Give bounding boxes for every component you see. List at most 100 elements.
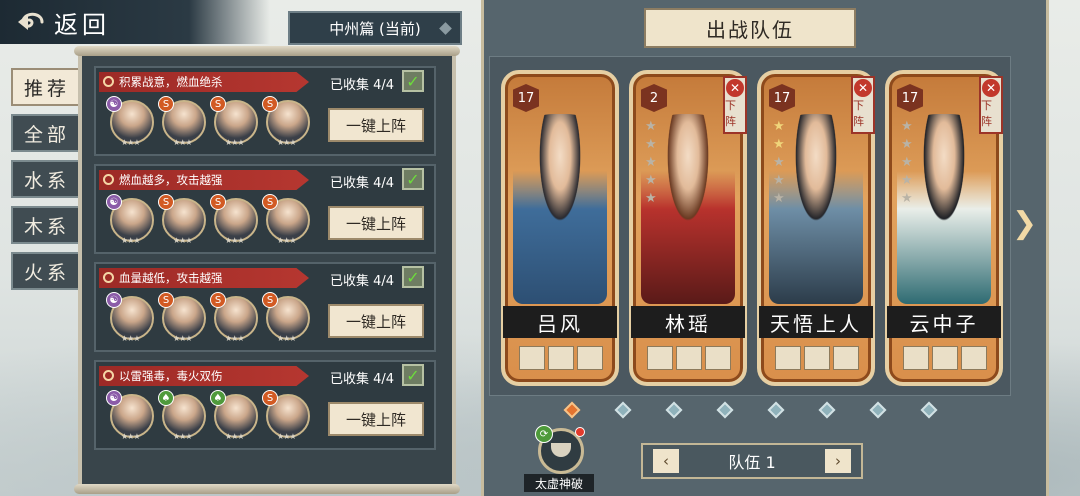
- element-icon: S: [262, 292, 278, 308]
- lineup-tag-text: 积累战意，燃血绝杀: [119, 75, 223, 89]
- hero-avatar[interactable]: ☯ ★★★: [106, 390, 154, 441]
- hero-name: 林瑶: [631, 306, 745, 338]
- hero-name: 云中子: [887, 306, 1001, 338]
- star-icon: ★: [901, 191, 913, 206]
- equipment-row: [519, 346, 603, 370]
- back-button[interactable]: 返回: [0, 0, 270, 44]
- element-icon: S: [262, 96, 278, 112]
- check-icon: ✓: [402, 266, 424, 288]
- star-icon: ★: [773, 155, 785, 170]
- deploy-all-button[interactable]: 一键上阵: [328, 206, 424, 240]
- weapon-slot[interactable]: [519, 346, 545, 370]
- element-icon: S: [262, 194, 278, 210]
- lineup-card: 燃血越多，攻击越强 已收集 4/4 ✓ 一键上阵 ☯ ★★★ S ★★★ S ★…: [94, 164, 436, 254]
- swap-icon: ⟳: [535, 425, 553, 443]
- accessory-slot[interactable]: [961, 346, 987, 370]
- star-rating: ★★★: [225, 138, 244, 147]
- hero-avatar[interactable]: ☯ ★★★: [106, 194, 154, 245]
- tab-all[interactable]: 全部: [11, 114, 83, 152]
- weapon-slot[interactable]: [647, 346, 673, 370]
- weapon-slot[interactable]: [903, 346, 929, 370]
- hero-avatar[interactable]: ☯ ★★★: [106, 292, 154, 343]
- hero-name: 吕风: [503, 306, 617, 338]
- magnifier-icon[interactable]: [103, 370, 114, 381]
- team-slot[interactable]: 17 ★ ★ ★ ★ ★ ✕ 下阵 天悟上人: [757, 70, 875, 386]
- deploy-all-button[interactable]: 一键上阵: [328, 402, 424, 436]
- star-icon: ★: [645, 173, 657, 188]
- armor-slot[interactable]: [804, 346, 830, 370]
- lineup-tag: 血量越低，攻击越强: [99, 268, 309, 288]
- weapon-slot[interactable]: [775, 346, 801, 370]
- collected-count: 已收集 4/4: [330, 176, 395, 191]
- chevron-right-icon[interactable]: ❯: [1012, 206, 1037, 246]
- level-badge: 17: [513, 84, 539, 112]
- armor-slot[interactable]: [676, 346, 702, 370]
- swirl-back-icon: [18, 12, 44, 30]
- incense-icon: [551, 443, 571, 457]
- team-slot[interactable]: 17 ★ ★ ★ ★ ★ ✕ 下阵 云中子: [885, 70, 1003, 386]
- hero-avatar[interactable]: ♠ ★★★: [210, 390, 258, 441]
- hero-avatar[interactable]: S ★★★: [158, 292, 206, 343]
- collected-count: 已收集 4/4: [330, 274, 395, 289]
- next-team-button[interactable]: ›: [825, 449, 851, 473]
- hero-avatar[interactable]: S ★★★: [262, 390, 310, 441]
- lineup-tag: 以雷强毒，毒火双伤: [99, 366, 309, 386]
- check-icon: ✓: [402, 70, 424, 92]
- magnifier-icon[interactable]: [103, 174, 114, 185]
- hero-avatar[interactable]: S ★★★: [158, 194, 206, 245]
- remove-from-team-button[interactable]: ✕ 下阵: [851, 76, 875, 134]
- star-icon: ★: [901, 137, 913, 152]
- deploy-all-button[interactable]: 一键上阵: [328, 108, 424, 142]
- hero-avatar[interactable]: S ★★★: [262, 292, 310, 343]
- skill-label: 太虚神破: [524, 474, 594, 492]
- close-icon: ✕: [854, 79, 872, 97]
- team-selector: ‹ 队伍 1 ›: [641, 443, 863, 479]
- collected-count: 已收集 4/4: [330, 372, 395, 387]
- scroll-roller-top: [74, 46, 460, 56]
- tab-wood[interactable]: 木系: [11, 206, 83, 244]
- star-rating: ★★★: [277, 236, 296, 245]
- hero-avatar[interactable]: S ★★★: [262, 194, 310, 245]
- accessory-slot[interactable]: [705, 346, 731, 370]
- star-rating: ★★★: [173, 138, 192, 147]
- team-slot[interactable]: 2 ★ ★ ★ ★ ★ ✕ 下阵 林瑶: [629, 70, 747, 386]
- star-rating: ★★★: [225, 334, 244, 343]
- remove-from-team-button[interactable]: ✕ 下阵: [723, 76, 747, 134]
- skill-button[interactable]: ⟳: [535, 425, 585, 474]
- hero-avatar[interactable]: ♠ ★★★: [158, 390, 206, 441]
- armor-slot[interactable]: [932, 346, 958, 370]
- hero-avatar[interactable]: ☯ ★★★: [106, 96, 154, 147]
- magnifier-icon[interactable]: [103, 76, 114, 87]
- hero-avatar[interactable]: S ★★★: [158, 96, 206, 147]
- hero-avatar[interactable]: S ★★★: [262, 96, 310, 147]
- hero-avatar[interactable]: S ★★★: [210, 96, 258, 147]
- accessory-slot[interactable]: [577, 346, 603, 370]
- lineup-tag: 燃血越多，攻击越强: [99, 170, 309, 190]
- chapter-selector[interactable]: 中州篇 (当前): [288, 11, 462, 45]
- star-icon: ★: [645, 119, 657, 134]
- tab-fire[interactable]: 火系: [11, 252, 83, 290]
- remove-label: 下阵: [725, 99, 736, 128]
- magnifier-icon[interactable]: [103, 272, 114, 283]
- tab-water[interactable]: 水系: [11, 160, 83, 198]
- star-rating: ★★★: [121, 138, 140, 147]
- accessory-slot[interactable]: [833, 346, 859, 370]
- remove-from-team-button[interactable]: ✕ 下阵: [979, 76, 1003, 134]
- element-icon: S: [262, 390, 278, 406]
- element-icon: ☯: [106, 194, 122, 210]
- star-rating: ★★★: [225, 236, 244, 245]
- hero-avatar[interactable]: S ★★★: [210, 292, 258, 343]
- deploy-all-button[interactable]: 一键上阵: [328, 304, 424, 338]
- notification-dot: [575, 427, 585, 437]
- equipment-row: [647, 346, 731, 370]
- armor-slot[interactable]: [548, 346, 574, 370]
- hero-avatar[interactable]: S ★★★: [210, 194, 258, 245]
- prev-team-button[interactable]: ‹: [653, 449, 679, 473]
- star-icon: ★: [773, 119, 785, 134]
- tab-recommended[interactable]: 推荐: [11, 68, 83, 106]
- element-icon: S: [158, 96, 174, 112]
- lineup-card: 以雷强毒，毒火双伤 已收集 4/4 ✓ 一键上阵 ☯ ★★★ ♠ ★★★ ♠ ★…: [94, 360, 436, 450]
- remove-label: 下阵: [981, 99, 992, 128]
- hero-portrait: [513, 114, 607, 304]
- team-slot[interactable]: 17 吕风: [501, 70, 619, 386]
